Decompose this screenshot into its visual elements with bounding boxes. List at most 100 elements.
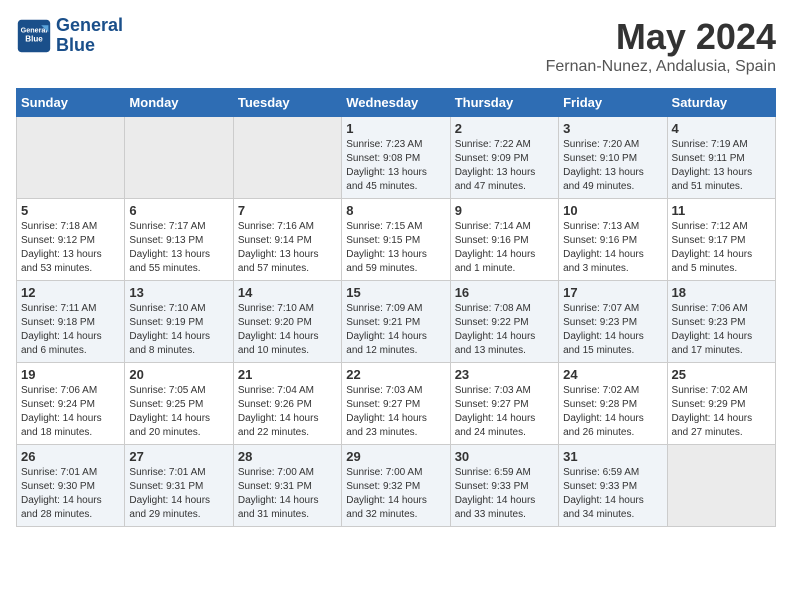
title-area: May 2024 Fernan-Nunez, Andalusia, Spain: [546, 16, 776, 76]
calendar-cell: 23 Sunrise: 7:03 AM Sunset: 9:27 PM Dayli…: [450, 363, 558, 445]
day-number: 18: [672, 285, 771, 300]
day-info: Sunrise: 7:04 AM Sunset: 9:26 PM Dayligh…: [238, 384, 337, 440]
day-number: 26: [21, 449, 120, 464]
month-year-title: May 2024: [546, 16, 776, 58]
logo-icon: General Blue: [16, 18, 52, 54]
day-number: 4: [672, 121, 771, 136]
day-number: 13: [129, 285, 228, 300]
day-info: Sunrise: 7:03 AM Sunset: 9:27 PM Dayligh…: [346, 384, 445, 440]
day-info: Sunrise: 7:14 AM Sunset: 9:16 PM Dayligh…: [455, 220, 554, 276]
day-number: 6: [129, 203, 228, 218]
calendar-week-row: 12 Sunrise: 7:11 AM Sunset: 9:18 PM Dayli…: [17, 281, 776, 363]
day-info: Sunrise: 7:06 AM Sunset: 9:23 PM Dayligh…: [672, 302, 771, 358]
calendar-week-row: 26Sunrise: 7:01 AM Sunset: 9:30 PM Dayli…: [17, 445, 776, 527]
calendar-cell: 31Sunrise: 6:59 AM Sunset: 9:33 PM Dayli…: [559, 445, 667, 527]
calendar-cell: 27 Sunrise: 7:01 AM Sunset: 9:31 PM Dayli…: [125, 445, 233, 527]
day-info: Sunrise: 7:10 AM Sunset: 9:19 PM Dayligh…: [129, 302, 228, 358]
calendar-cell: 3 Sunrise: 7:20 AM Sunset: 9:10 PM Daylig…: [559, 117, 667, 199]
calendar-cell: 24 Sunrise: 7:02 AM Sunset: 9:28 PM Dayli…: [559, 363, 667, 445]
day-number: 8: [346, 203, 445, 218]
day-info: Sunrise: 7:02 AM Sunset: 9:28 PM Dayligh…: [563, 384, 662, 440]
day-number: 19: [21, 367, 120, 382]
day-info: Sunrise: 7:23 AM Sunset: 9:08 PM Dayligh…: [346, 138, 445, 194]
day-number: 21: [238, 367, 337, 382]
day-number: 30: [455, 449, 554, 464]
calendar-cell: 22 Sunrise: 7:03 AM Sunset: 9:27 PM Dayli…: [342, 363, 450, 445]
day-number: 7: [238, 203, 337, 218]
day-number: 23: [455, 367, 554, 382]
logo: General Blue General Blue: [16, 16, 123, 56]
weekday-header-sunday: Sunday: [17, 89, 125, 117]
day-info: Sunrise: 7:12 AM Sunset: 9:17 PM Dayligh…: [672, 220, 771, 276]
day-info: Sunrise: 7:08 AM Sunset: 9:22 PM Dayligh…: [455, 302, 554, 358]
day-info: Sunrise: 6:59 AM Sunset: 9:33 PM Dayligh…: [455, 466, 554, 522]
day-info: Sunrise: 7:10 AM Sunset: 9:20 PM Dayligh…: [238, 302, 337, 358]
calendar-cell: 18 Sunrise: 7:06 AM Sunset: 9:23 PM Dayli…: [667, 281, 775, 363]
calendar-cell: 9 Sunrise: 7:14 AM Sunset: 9:16 PM Daylig…: [450, 199, 558, 281]
day-info: Sunrise: 7:00 AM Sunset: 9:32 PM Dayligh…: [346, 466, 445, 522]
weekday-header-thursday: Thursday: [450, 89, 558, 117]
day-info: Sunrise: 7:03 AM Sunset: 9:27 PM Dayligh…: [455, 384, 554, 440]
day-number: 28: [238, 449, 337, 464]
day-info: Sunrise: 7:19 AM Sunset: 9:11 PM Dayligh…: [672, 138, 771, 194]
day-info: Sunrise: 7:02 AM Sunset: 9:29 PM Dayligh…: [672, 384, 771, 440]
day-info: Sunrise: 7:06 AM Sunset: 9:24 PM Dayligh…: [21, 384, 120, 440]
day-number: 25: [672, 367, 771, 382]
calendar-cell: 30 Sunrise: 6:59 AM Sunset: 9:33 PM Dayli…: [450, 445, 558, 527]
day-number: 12: [21, 285, 120, 300]
calendar-cell: 16 Sunrise: 7:08 AM Sunset: 9:22 PM Dayli…: [450, 281, 558, 363]
calendar-cell: 14 Sunrise: 7:10 AM Sunset: 9:20 PM Dayli…: [233, 281, 341, 363]
day-info: Sunrise: 7:05 AM Sunset: 9:25 PM Dayligh…: [129, 384, 228, 440]
day-info: Sunrise: 7:00 AM Sunset: 9:31 PM Dayligh…: [238, 466, 337, 522]
calendar-cell: 28 Sunrise: 7:00 AM Sunset: 9:31 PM Dayli…: [233, 445, 341, 527]
header: General Blue General Blue May 2024 Ferna…: [16, 16, 776, 76]
day-number: 15: [346, 285, 445, 300]
calendar-cell: [17, 117, 125, 199]
day-info: Sunrise: 7:20 AM Sunset: 9:10 PM Dayligh…: [563, 138, 662, 194]
day-number: 24: [563, 367, 662, 382]
day-number: 14: [238, 285, 337, 300]
calendar-cell: 4 Sunrise: 7:19 AM Sunset: 9:11 PM Daylig…: [667, 117, 775, 199]
day-number: 5: [21, 203, 120, 218]
calendar-cell: 5 Sunrise: 7:18 AM Sunset: 9:12 PM Daylig…: [17, 199, 125, 281]
calendar-cell: [233, 117, 341, 199]
calendar-cell: 10Sunrise: 7:13 AM Sunset: 9:16 PM Dayli…: [559, 199, 667, 281]
calendar-week-row: 5 Sunrise: 7:18 AM Sunset: 9:12 PM Daylig…: [17, 199, 776, 281]
calendar-cell: 26Sunrise: 7:01 AM Sunset: 9:30 PM Dayli…: [17, 445, 125, 527]
calendar-cell: 2Sunrise: 7:22 AM Sunset: 9:09 PM Daylig…: [450, 117, 558, 199]
day-number: 9: [455, 203, 554, 218]
calendar-cell: 21 Sunrise: 7:04 AM Sunset: 9:26 PM Dayli…: [233, 363, 341, 445]
calendar-cell: 25 Sunrise: 7:02 AM Sunset: 9:29 PM Dayli…: [667, 363, 775, 445]
day-number: 3: [563, 121, 662, 136]
day-info: Sunrise: 7:11 AM Sunset: 9:18 PM Dayligh…: [21, 302, 120, 358]
day-info: Sunrise: 7:07 AM Sunset: 9:23 PM Dayligh…: [563, 302, 662, 358]
day-number: 20: [129, 367, 228, 382]
weekday-header-row: SundayMondayTuesdayWednesdayThursdayFrid…: [17, 89, 776, 117]
day-info: Sunrise: 7:22 AM Sunset: 9:09 PM Dayligh…: [455, 138, 554, 194]
calendar-cell: [125, 117, 233, 199]
calendar-week-row: 1Sunrise: 7:23 AM Sunset: 9:08 PM Daylig…: [17, 117, 776, 199]
day-number: 11: [672, 203, 771, 218]
calendar-cell: [667, 445, 775, 527]
day-number: 27: [129, 449, 228, 464]
calendar-cell: 6 Sunrise: 7:17 AM Sunset: 9:13 PM Daylig…: [125, 199, 233, 281]
calendar-cell: 20 Sunrise: 7:05 AM Sunset: 9:25 PM Dayli…: [125, 363, 233, 445]
day-number: 29: [346, 449, 445, 464]
weekday-header-wednesday: Wednesday: [342, 89, 450, 117]
day-info: Sunrise: 7:17 AM Sunset: 9:13 PM Dayligh…: [129, 220, 228, 276]
calendar-cell: 7Sunrise: 7:16 AM Sunset: 9:14 PM Daylig…: [233, 199, 341, 281]
calendar-week-row: 19 Sunrise: 7:06 AM Sunset: 9:24 PM Dayli…: [17, 363, 776, 445]
day-number: 17: [563, 285, 662, 300]
day-info: Sunrise: 7:18 AM Sunset: 9:12 PM Dayligh…: [21, 220, 120, 276]
logo-text: General Blue: [56, 16, 123, 56]
calendar-table: SundayMondayTuesdayWednesdayThursdayFrid…: [16, 88, 776, 527]
weekday-header-saturday: Saturday: [667, 89, 775, 117]
location-subtitle: Fernan-Nunez, Andalusia, Spain: [546, 58, 776, 76]
svg-text:Blue: Blue: [25, 34, 43, 43]
calendar-cell: 19 Sunrise: 7:06 AM Sunset: 9:24 PM Dayli…: [17, 363, 125, 445]
day-info: Sunrise: 7:01 AM Sunset: 9:31 PM Dayligh…: [129, 466, 228, 522]
day-info: Sunrise: 6:59 AM Sunset: 9:33 PM Dayligh…: [563, 466, 662, 522]
calendar-cell: 29 Sunrise: 7:00 AM Sunset: 9:32 PM Dayli…: [342, 445, 450, 527]
day-number: 16: [455, 285, 554, 300]
day-number: 22: [346, 367, 445, 382]
